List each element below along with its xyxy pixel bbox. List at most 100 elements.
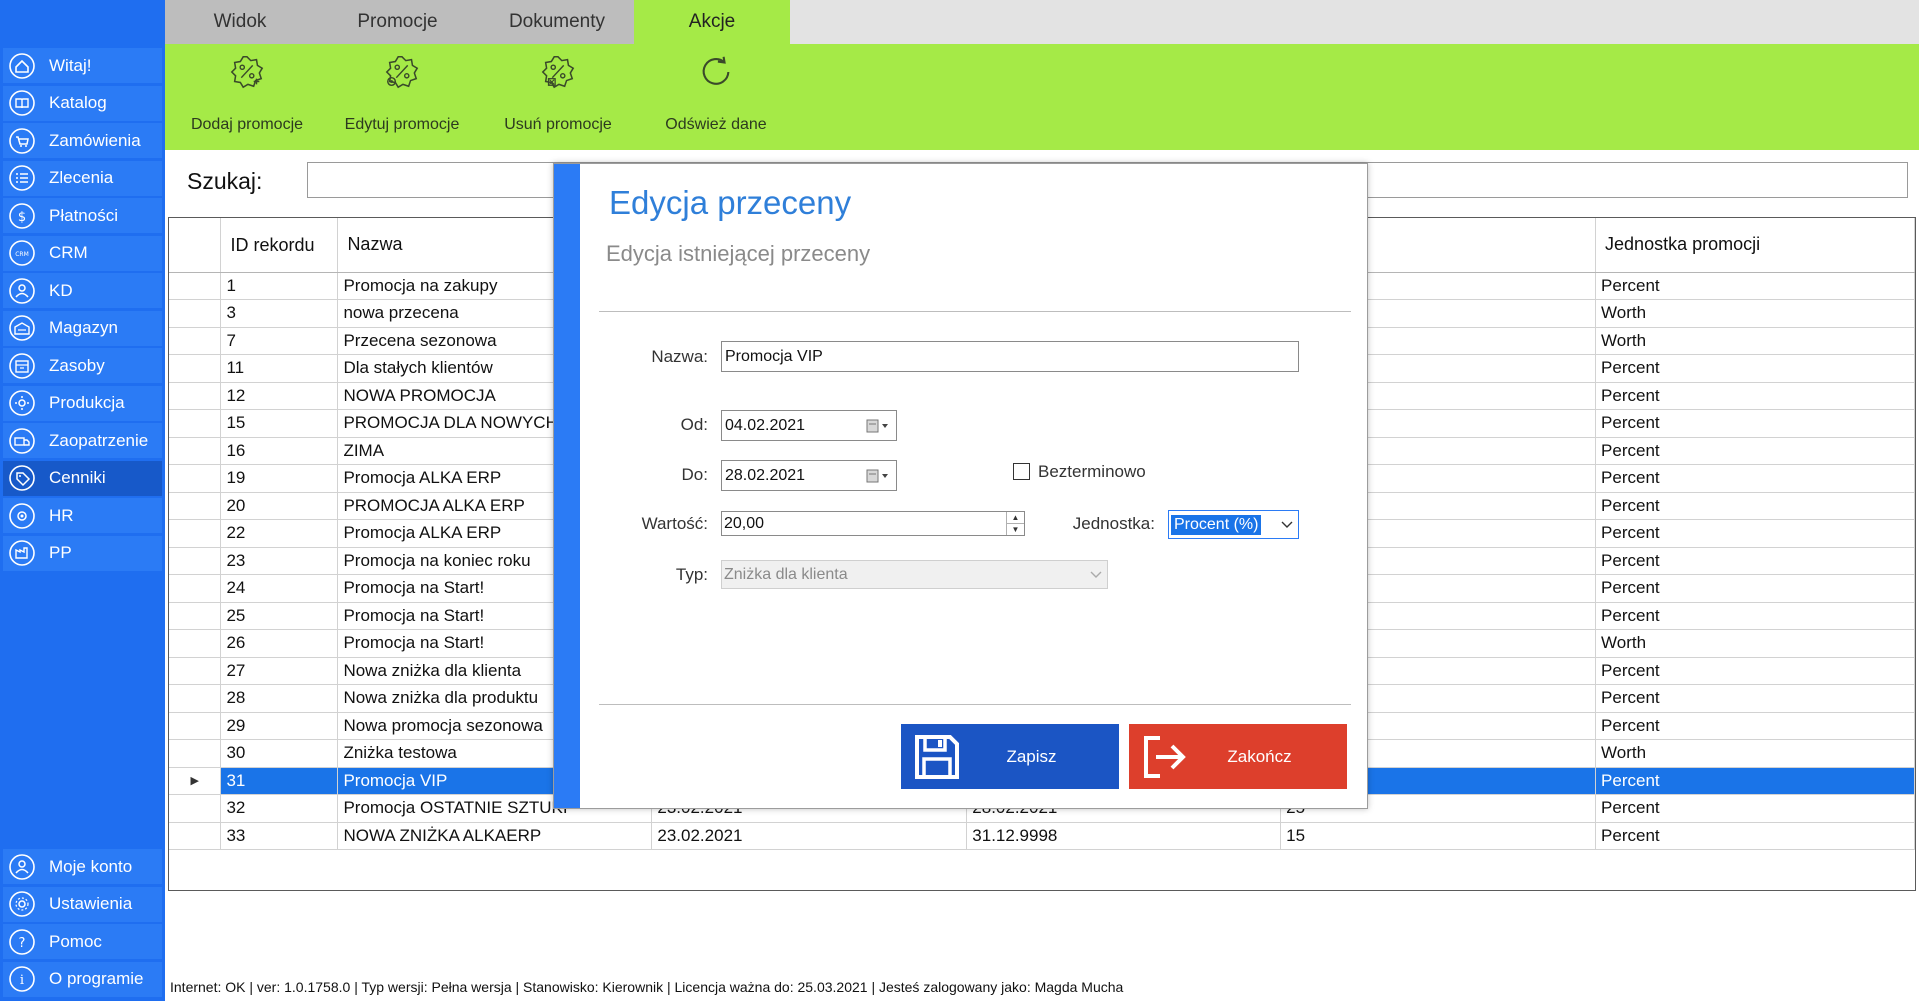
sidebar-item-user[interactable]: KD: [3, 273, 162, 308]
name-field[interactable]: [721, 341, 1299, 372]
sidebar-item-warehouse[interactable]: Magazyn: [3, 310, 162, 346]
sidebar-item-crm[interactable]: CRM CRM: [3, 235, 162, 271]
sidebar-item-tag[interactable]: Cenniki: [3, 460, 162, 496]
unit-select[interactable]: Procent (%): [1168, 510, 1299, 539]
row-selector[interactable]: [169, 299, 222, 328]
cell-unit[interactable]: Worth: [1595, 739, 1915, 768]
sidebar-item-info[interactable]: i O programie: [3, 961, 162, 997]
cell-unit[interactable]: Percent: [1595, 684, 1915, 713]
row-selector[interactable]: [169, 794, 222, 823]
cell-unit[interactable]: Percent: [1595, 272, 1915, 300]
row-selector[interactable]: [169, 822, 222, 850]
cell-unit[interactable]: Percent: [1595, 822, 1915, 850]
row-selector[interactable]: [169, 464, 222, 493]
cell-unit[interactable]: Worth: [1595, 299, 1915, 328]
add-promotion-button[interactable]: Dodaj promocje: [182, 52, 312, 144]
cell-id[interactable]: 15: [220, 409, 339, 438]
cell-id[interactable]: 1: [220, 272, 339, 300]
sidebar-item-cart[interactable]: Zamówienia: [3, 123, 162, 158]
cell-id[interactable]: 25: [220, 602, 339, 630]
cell-id[interactable]: 31: [220, 767, 339, 795]
row-selector[interactable]: [169, 354, 222, 383]
cell-unit[interactable]: Percent: [1595, 767, 1915, 795]
cell-name[interactable]: NOWA ZNIŻKA ALKAERP: [337, 822, 653, 850]
cell-unit[interactable]: Percent: [1595, 794, 1915, 823]
cell-unit[interactable]: Percent: [1595, 464, 1915, 493]
tab-widok[interactable]: Widok: [165, 0, 315, 44]
stepper-up-icon[interactable]: ▲: [1007, 512, 1024, 524]
cell-unit[interactable]: Percent: [1595, 547, 1915, 575]
cell-unit[interactable]: Percent: [1595, 712, 1915, 740]
row-selector[interactable]: [169, 382, 222, 410]
cell-unit[interactable]: Percent: [1595, 574, 1915, 603]
row-selector[interactable]: [169, 272, 222, 300]
sidebar-item-gear[interactable]: Ustawienia: [3, 886, 162, 922]
row-selector[interactable]: [169, 657, 222, 685]
cell-id[interactable]: 16: [220, 437, 339, 465]
value-stepper[interactable]: 20,00 ▲ ▼: [721, 511, 1025, 536]
cell-id[interactable]: 3: [220, 299, 339, 328]
row-selector[interactable]: [169, 574, 222, 603]
cell-id[interactable]: 19: [220, 464, 339, 493]
close-button[interactable]: Zakończ: [1129, 724, 1347, 789]
cell-id[interactable]: 28: [220, 684, 339, 713]
to-date-picker[interactable]: 28.02.2021: [721, 460, 897, 491]
row-selector[interactable]: [169, 629, 222, 658]
tab-promocje[interactable]: Promocje: [315, 0, 480, 44]
cell-unit[interactable]: Percent: [1595, 492, 1915, 520]
refresh-button[interactable]: Odśwież dane: [651, 52, 781, 144]
calendar-icon[interactable]: [862, 411, 896, 440]
row-selector[interactable]: [169, 492, 222, 520]
cell-value[interactable]: 15: [1280, 822, 1597, 850]
row-selector[interactable]: [169, 437, 222, 465]
sidebar-item-pp[interactable]: PP: [3, 535, 162, 571]
sidebar-item-home[interactable]: Witaj!: [3, 48, 162, 83]
cell-id[interactable]: 30: [220, 739, 339, 768]
cell-unit[interactable]: Percent: [1595, 519, 1915, 548]
cell-id[interactable]: 23: [220, 547, 339, 575]
save-button[interactable]: Zapisz: [901, 724, 1119, 789]
cell-id[interactable]: 11: [220, 354, 339, 383]
sidebar-item-production[interactable]: Produkcja: [3, 385, 162, 421]
cell-unit[interactable]: Percent: [1595, 437, 1915, 465]
cell-unit[interactable]: Percent: [1595, 602, 1915, 630]
row-selector[interactable]: [169, 409, 222, 438]
cell-from[interactable]: 23.02.2021: [651, 822, 968, 850]
cell-id[interactable]: 22: [220, 519, 339, 548]
cell-id[interactable]: 20: [220, 492, 339, 520]
cell-id[interactable]: 24: [220, 574, 339, 603]
delete-promotion-button[interactable]: Usuń promocje: [493, 52, 623, 144]
sidebar-item-dollar[interactable]: $ Płatności: [3, 198, 162, 233]
sidebar-item-hr[interactable]: HR: [3, 498, 162, 533]
row-selector[interactable]: [169, 519, 222, 548]
sidebar-item-archive[interactable]: Zasoby: [3, 348, 162, 383]
cell-id[interactable]: 7: [220, 327, 339, 355]
sidebar-item-supply[interactable]: Zaopatrzenie: [3, 423, 162, 458]
cell-unit[interactable]: Worth: [1595, 629, 1915, 658]
cell-unit[interactable]: Percent: [1595, 657, 1915, 685]
column-header-unit[interactable]: Jednostka promocji: [1595, 218, 1915, 273]
row-selector[interactable]: [169, 684, 222, 713]
sidebar-item-account[interactable]: Moje konto: [3, 849, 162, 884]
cell-unit[interactable]: Worth: [1595, 327, 1915, 355]
row-selector[interactable]: [169, 712, 222, 740]
indefinite-checkbox[interactable]: [1013, 463, 1030, 480]
tab-dokumenty[interactable]: Dokumenty: [480, 0, 634, 44]
tab-akcje[interactable]: Akcje: [634, 0, 790, 44]
sidebar-item-book[interactable]: Katalog: [3, 85, 162, 121]
calendar-icon[interactable]: [862, 461, 896, 490]
cell-id[interactable]: 32: [220, 794, 339, 823]
row-selector[interactable]: ▶: [169, 767, 222, 795]
cell-unit[interactable]: Percent: [1595, 354, 1915, 383]
type-select[interactable]: Zniżka dla klienta: [721, 560, 1108, 589]
cell-id[interactable]: 26: [220, 629, 339, 658]
cell-to[interactable]: 31.12.9998: [966, 822, 1282, 850]
cell-id[interactable]: 12: [220, 382, 339, 410]
edit-promotion-button[interactable]: Edytuj promocje: [337, 52, 467, 144]
cell-unit[interactable]: Percent: [1595, 382, 1915, 410]
sidebar-item-list[interactable]: Zlecenia: [3, 160, 162, 196]
stepper-down-icon[interactable]: ▼: [1007, 524, 1024, 535]
row-selector[interactable]: [169, 602, 222, 630]
sidebar-item-help[interactable]: ? Pomoc: [3, 924, 162, 959]
cell-id[interactable]: 29: [220, 712, 339, 740]
